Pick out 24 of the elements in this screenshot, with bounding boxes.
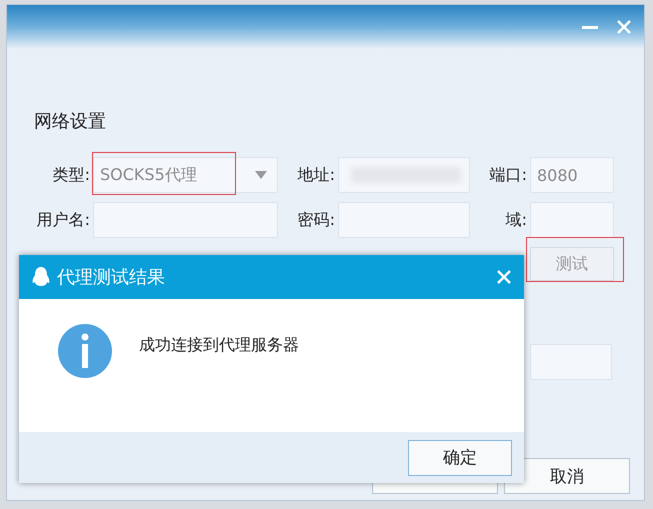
field-label: 用户名: <box>36 210 90 230</box>
dialog-message: 成功连接到代理服务器 <box>139 335 299 356</box>
dropdown-arrow-icon <box>255 171 267 179</box>
penguin-icon <box>31 266 51 288</box>
info-icon <box>57 323 113 379</box>
field-value: 8080 <box>537 166 578 184</box>
input-field[interactable] <box>338 157 470 193</box>
input-field[interactable]: 8080 <box>530 157 614 193</box>
field-label: 域: <box>506 210 527 230</box>
field-label: 地址: <box>298 164 335 186</box>
input-field[interactable] <box>530 344 612 380</box>
type-dropdown[interactable]: SOCKS5代理 <box>93 157 278 193</box>
input-field[interactable] <box>93 202 278 238</box>
field-label: 密码: <box>298 210 335 230</box>
field-label: 类型: <box>52 164 90 186</box>
field-label: 端口: <box>490 164 527 186</box>
ok-button[interactable]: 确定 <box>408 440 512 476</box>
dialog-title: 代理测试结果 <box>57 266 166 289</box>
section-title: 网络设置 <box>34 110 107 133</box>
test-button[interactable]: 测试 <box>530 247 614 281</box>
minimize-icon <box>582 25 598 29</box>
select-value: SOCKS5代理 <box>100 164 197 186</box>
input-field[interactable] <box>530 202 614 238</box>
input-field[interactable] <box>338 202 470 238</box>
